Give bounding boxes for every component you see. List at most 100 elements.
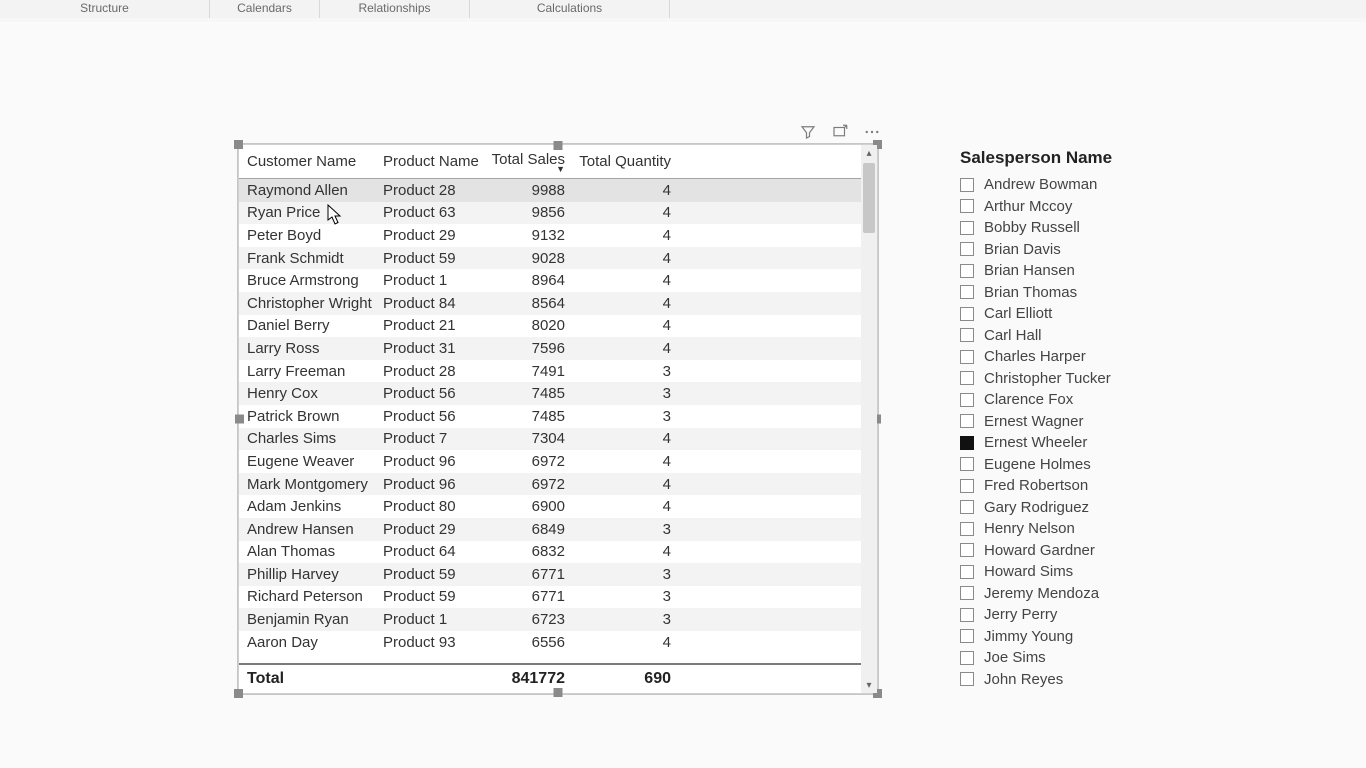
slicer-item[interactable]: Eugene Holmes — [960, 454, 1160, 476]
slicer-item[interactable]: Henry Nelson — [960, 518, 1160, 540]
slicer-item[interactable]: Ernest Wagner — [960, 411, 1160, 433]
checkbox-icon[interactable] — [960, 414, 974, 428]
table-row[interactable]: Alan ThomasProduct 6468324 — [239, 541, 861, 564]
scroll-track[interactable] — [861, 161, 877, 677]
checkbox-icon[interactable] — [960, 436, 974, 450]
slicer-item[interactable]: Carl Elliott — [960, 303, 1160, 325]
table-row[interactable]: Raymond AllenProduct 2899884 — [239, 179, 861, 202]
slicer-item[interactable]: John Reyes — [960, 669, 1160, 691]
table-body[interactable]: Raymond AllenProduct 2899884Ryan PricePr… — [239, 179, 861, 663]
table-row[interactable]: Charles SimsProduct 773044 — [239, 428, 861, 451]
checkbox-icon[interactable] — [960, 242, 974, 256]
table-row[interactable]: Adam JenkinsProduct 8069004 — [239, 495, 861, 518]
table-row[interactable]: Aaron DayProduct 9365564 — [239, 631, 861, 654]
filter-icon[interactable] — [799, 123, 817, 141]
slicer-item[interactable]: Jerry Perry — [960, 604, 1160, 626]
checkbox-icon[interactable] — [960, 307, 974, 321]
checkbox-icon[interactable] — [960, 371, 974, 385]
cell-qty: 3 — [571, 588, 677, 605]
cell-sales: 8020 — [491, 317, 571, 334]
cell-sales: 6771 — [491, 566, 571, 583]
table-row[interactable]: Patrick BrownProduct 5674853 — [239, 405, 861, 428]
checkbox-icon[interactable] — [960, 328, 974, 342]
checkbox-icon[interactable] — [960, 608, 974, 622]
checkbox-icon[interactable] — [960, 264, 974, 278]
slicer-item[interactable]: Bobby Russell — [960, 217, 1160, 239]
cell-customer: Richard Peterson — [239, 588, 383, 605]
checkbox-icon[interactable] — [960, 221, 974, 235]
table-row[interactable]: Daniel BerryProduct 2180204 — [239, 315, 861, 338]
table-row[interactable]: Larry FreemanProduct 2874913 — [239, 360, 861, 383]
scroll-down-button[interactable]: ▾ — [861, 677, 877, 693]
table-visual[interactable]: Customer Name Product Name Total Sales ▼… — [238, 144, 878, 694]
checkbox-icon[interactable] — [960, 350, 974, 364]
column-header-product[interactable]: Product Name — [383, 153, 491, 170]
slicer-item[interactable]: Howard Gardner — [960, 540, 1160, 562]
table-row[interactable]: Benjamin RyanProduct 167233 — [239, 608, 861, 631]
slicer-item[interactable]: Brian Hansen — [960, 260, 1160, 282]
table-row[interactable]: Larry RossProduct 3175964 — [239, 337, 861, 360]
slicer-item[interactable]: Joe Sims — [960, 647, 1160, 669]
cell-qty: 4 — [571, 250, 677, 267]
table-vertical-scrollbar[interactable]: ▴ ▾ — [861, 145, 877, 693]
checkbox-icon[interactable] — [960, 500, 974, 514]
slicer-item[interactable]: Arthur Mccoy — [960, 196, 1160, 218]
cell-qty: 4 — [571, 453, 677, 470]
slicer-item[interactable]: Ernest Wheeler — [960, 432, 1160, 454]
table-row[interactable]: Andrew HansenProduct 2968493 — [239, 518, 861, 541]
slicer-item[interactable]: Carl Hall — [960, 325, 1160, 347]
cell-qty: 4 — [571, 498, 677, 515]
slicer-item[interactable]: Charles Harper — [960, 346, 1160, 368]
table-row[interactable]: Eugene WeaverProduct 9669724 — [239, 450, 861, 473]
slicer-item[interactable]: Andrew Bowman — [960, 174, 1160, 196]
slicer-item[interactable]: Jimmy Young — [960, 626, 1160, 648]
table-row[interactable]: Christopher WrightProduct 8485644 — [239, 292, 861, 315]
slicer-item[interactable]: Brian Thomas — [960, 282, 1160, 304]
table-row[interactable]: Henry CoxProduct 5674853 — [239, 382, 861, 405]
cell-customer: Raymond Allen — [239, 182, 383, 199]
column-header-total-quantity[interactable]: Total Quantity — [571, 153, 677, 170]
table-row[interactable]: Richard PetersonProduct 5967713 — [239, 586, 861, 609]
slicer-item[interactable]: Fred Robertson — [960, 475, 1160, 497]
checkbox-icon[interactable] — [960, 393, 974, 407]
slicer-item[interactable]: Gary Rodriguez — [960, 497, 1160, 519]
focus-mode-icon[interactable] — [831, 123, 849, 141]
table-row[interactable]: Bruce ArmstrongProduct 189644 — [239, 269, 861, 292]
checkbox-icon[interactable] — [960, 199, 974, 213]
checkbox-icon[interactable] — [960, 629, 974, 643]
cell-customer: Christopher Wright — [239, 295, 383, 312]
slicer-item-label: Carl Elliott — [984, 305, 1052, 322]
cell-qty: 4 — [571, 317, 677, 334]
checkbox-icon[interactable] — [960, 178, 974, 192]
scroll-thumb[interactable] — [863, 163, 875, 233]
more-options-icon[interactable] — [863, 123, 881, 141]
checkbox-icon[interactable] — [960, 285, 974, 299]
checkbox-icon[interactable] — [960, 672, 974, 686]
checkbox-icon[interactable] — [960, 651, 974, 665]
checkbox-icon[interactable] — [960, 565, 974, 579]
table-row[interactable]: Ryan PriceProduct 6398564 — [239, 202, 861, 225]
report-canvas[interactable]: Customer Name Product Name Total Sales ▼… — [0, 22, 1366, 768]
scroll-up-button[interactable]: ▴ — [861, 145, 877, 161]
table-row[interactable]: Mark MontgomeryProduct 9669724 — [239, 473, 861, 496]
checkbox-icon[interactable] — [960, 586, 974, 600]
table-row[interactable]: Phillip HarveyProduct 5967713 — [239, 563, 861, 586]
table-row[interactable]: Peter BoydProduct 2991324 — [239, 224, 861, 247]
cell-sales: 6723 — [491, 611, 571, 628]
checkbox-icon[interactable] — [960, 522, 974, 536]
table-row[interactable]: Frank SchmidtProduct 5990284 — [239, 247, 861, 270]
slicer-item[interactable]: Howard Sims — [960, 561, 1160, 583]
slicer-item[interactable]: Clarence Fox — [960, 389, 1160, 411]
cell-customer: Patrick Brown — [239, 408, 383, 425]
column-header-customer[interactable]: Customer Name — [239, 153, 383, 170]
checkbox-icon[interactable] — [960, 479, 974, 493]
checkbox-icon[interactable] — [960, 543, 974, 557]
cell-customer: Charles Sims — [239, 430, 383, 447]
slicer-title: Salesperson Name — [960, 148, 1160, 168]
slicer-item[interactable]: Jeremy Mendoza — [960, 583, 1160, 605]
column-header-total-sales[interactable]: Total Sales ▼ — [491, 151, 571, 172]
checkbox-icon[interactable] — [960, 457, 974, 471]
slicer-item[interactable]: Brian Davis — [960, 239, 1160, 261]
salesperson-slicer[interactable]: Salesperson Name Andrew BowmanArthur Mcc… — [960, 148, 1160, 690]
slicer-item[interactable]: Christopher Tucker — [960, 368, 1160, 390]
